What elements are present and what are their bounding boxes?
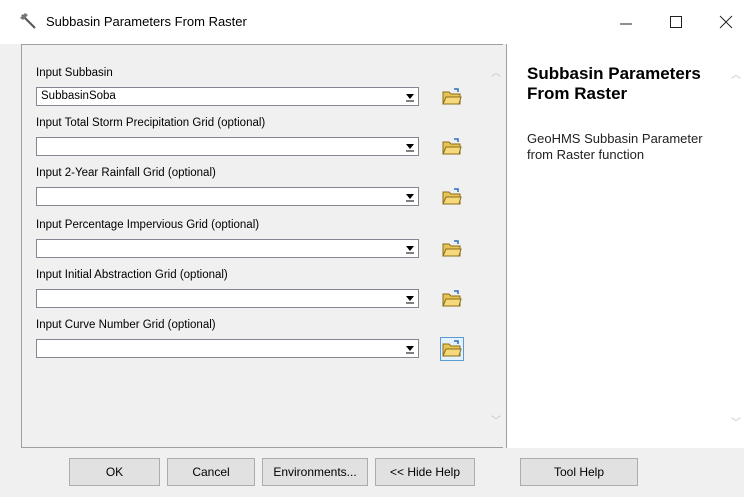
input-storm-precip-label: Input Total Storm Precipitation Grid (op… <box>36 117 266 129</box>
parameters-scrollbar[interactable]: ︿ ﹀ <box>489 45 503 447</box>
browse-subbasin-button[interactable] <box>440 85 464 109</box>
input-subbasin-value: SubbasinSoba <box>41 90 116 102</box>
hammer-icon <box>18 12 40 32</box>
browse-storm-precip-button[interactable] <box>440 135 464 159</box>
help-scroll-down-icon[interactable]: ﹀ <box>731 414 741 429</box>
input-initial-abstraction-combo[interactable] <box>36 289 419 308</box>
scroll-up-icon[interactable]: ︿ <box>489 67 503 81</box>
tool-help-button[interactable]: Tool Help <box>520 458 638 486</box>
browse-impervious-button[interactable] <box>440 237 464 261</box>
open-folder-icon <box>442 138 462 155</box>
cancel-button[interactable]: Cancel <box>167 458 255 486</box>
ok-button[interactable]: OK <box>69 458 160 486</box>
scroll-down-icon[interactable]: ﹀ <box>489 415 503 429</box>
hide-help-button[interactable]: << Hide Help <box>375 458 475 486</box>
minimize-icon <box>620 23 632 25</box>
input-storm-precip-combo[interactable] <box>36 137 419 156</box>
dropdown-arrow-icon <box>406 194 414 202</box>
parameters-pane: Input Subbasin SubbasinSoba Input Total … <box>21 44 503 448</box>
title-bar: Subbasin Parameters From Raster <box>0 0 744 44</box>
input-impervious-combo[interactable] <box>36 239 419 258</box>
input-initial-abstraction-label: Input Initial Abstraction Grid (optional… <box>36 269 228 281</box>
maximize-button[interactable] <box>654 0 698 44</box>
input-impervious-label: Input Percentage Impervious Grid (option… <box>36 219 260 231</box>
dropdown-arrow-icon <box>406 296 414 304</box>
maximize-icon <box>670 16 682 28</box>
help-pane: Subbasin Parameters From Raster GeoHMS S… <box>506 44 744 448</box>
input-2yr-rainfall-combo[interactable] <box>36 187 419 206</box>
close-button[interactable] <box>704 0 744 44</box>
browse-2yr-rainfall-button[interactable] <box>440 185 464 209</box>
input-curve-number-label: Input Curve Number Grid (optional) <box>36 319 216 331</box>
browse-curve-number-button[interactable] <box>440 337 464 361</box>
window-title: Subbasin Parameters From Raster <box>46 14 247 29</box>
browse-initial-abstraction-button[interactable] <box>440 287 464 311</box>
input-curve-number-combo[interactable] <box>36 339 419 358</box>
help-description: GeoHMS Subbasin Parameter from Raster fu… <box>527 131 703 162</box>
open-folder-icon <box>442 188 462 205</box>
close-icon <box>719 15 733 29</box>
input-2yr-rainfall-label: Input 2-Year Rainfall Grid (optional) <box>36 167 216 179</box>
dropdown-arrow-icon <box>406 144 414 152</box>
dropdown-arrow-icon <box>406 346 414 354</box>
dropdown-arrow-icon <box>406 246 414 254</box>
environments-button[interactable]: Environments... <box>262 458 368 486</box>
open-folder-icon <box>442 290 462 307</box>
open-folder-icon <box>442 240 462 257</box>
dropdown-arrow-icon <box>406 94 414 102</box>
input-subbasin-combo[interactable]: SubbasinSoba <box>36 87 419 106</box>
help-scroll-up-icon[interactable]: ︿ <box>731 66 741 81</box>
open-folder-icon <box>442 88 462 105</box>
help-title: Subbasin Parameters From Raster <box>527 64 701 103</box>
open-folder-icon <box>442 340 462 357</box>
input-subbasin-label: Input Subbasin <box>36 67 113 79</box>
minimize-button[interactable] <box>604 0 648 44</box>
